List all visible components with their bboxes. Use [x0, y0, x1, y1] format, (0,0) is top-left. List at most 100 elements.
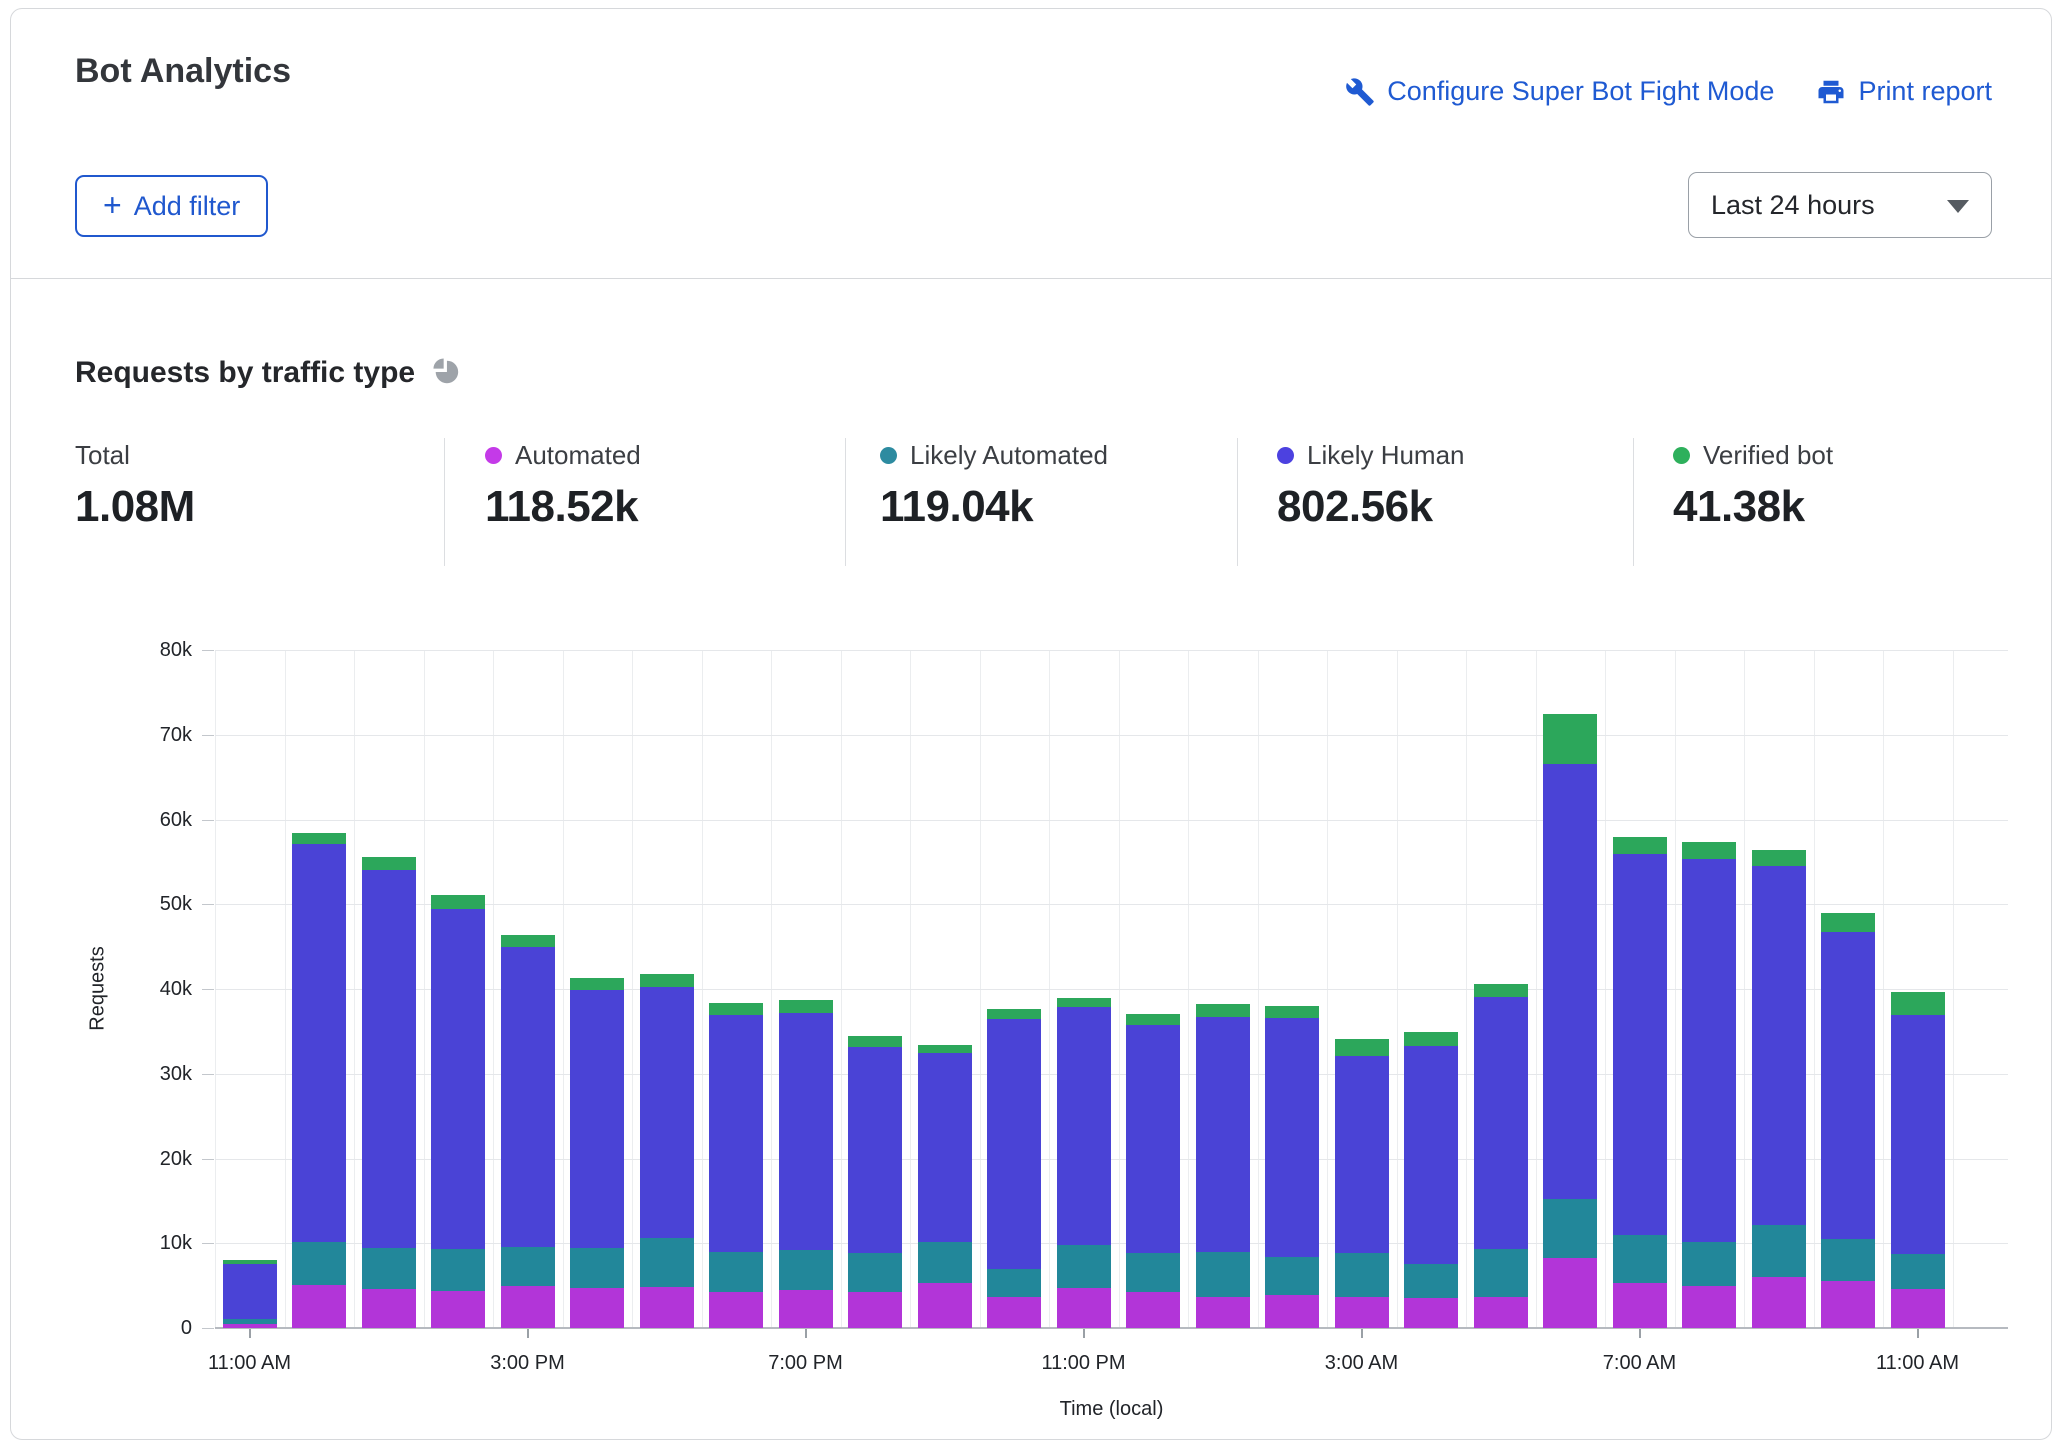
x-axis-tick-label: 3:00 AM	[1292, 1352, 1432, 1375]
x-axis-tick	[249, 1329, 251, 1338]
bar-segment-likely-automated	[1752, 1225, 1806, 1278]
x-axis-tick	[527, 1329, 529, 1338]
x-axis-tick	[1083, 1329, 1085, 1338]
chevron-down-icon	[1947, 200, 1969, 213]
chart-bar[interactable]	[1821, 650, 1875, 1328]
chart-bar[interactable]	[848, 650, 902, 1328]
configure-link-label: Configure Super Bot Fight Mode	[1387, 76, 1774, 107]
y-axis-tick	[202, 1159, 214, 1160]
bar-segment-likely-automated	[1821, 1239, 1875, 1281]
bar-segment-verified-bot	[1126, 1014, 1180, 1025]
bar-segment-automated	[1821, 1281, 1875, 1328]
chart-bar[interactable]	[640, 650, 694, 1328]
bar-segment-likely-human	[1265, 1018, 1319, 1257]
bar-segment-likely-human	[501, 947, 555, 1247]
bar-segment-verified-bot	[1682, 842, 1736, 860]
bar-segment-likely-human	[1474, 997, 1528, 1249]
bar-segment-verified-bot	[709, 1003, 763, 1016]
chart-bar[interactable]	[918, 650, 972, 1328]
bar-segment-likely-automated	[1126, 1253, 1180, 1292]
chart-bar[interactable]	[1682, 650, 1736, 1328]
time-range-dropdown[interactable]: Last 24 hours	[1688, 172, 1992, 238]
bar-segment-automated	[987, 1297, 1041, 1328]
x-axis-tick-label: 11:00 PM	[1014, 1352, 1154, 1375]
section-heading-label: Requests by traffic type	[75, 356, 415, 390]
chart-bar[interactable]	[987, 650, 1041, 1328]
chart-bar[interactable]	[709, 650, 763, 1328]
y-axis-title: Requests	[87, 929, 110, 1049]
bar-segment-automated	[1752, 1277, 1806, 1328]
configure-super-bot-fight-mode-link[interactable]: Configure Super Bot Fight Mode	[1345, 76, 1774, 107]
stat-value: 1.08M	[75, 482, 195, 532]
bar-segment-verified-bot	[918, 1045, 972, 1053]
bar-segment-verified-bot	[1196, 1004, 1250, 1017]
chart-bar[interactable]	[223, 650, 277, 1328]
bar-segment-likely-automated	[362, 1248, 416, 1290]
bar-segment-likely-automated	[223, 1319, 277, 1324]
print-report-link[interactable]: Print report	[1816, 76, 1992, 107]
bar-segment-likely-human	[1404, 1046, 1458, 1264]
bar-segment-automated	[1196, 1297, 1250, 1328]
chart-bar[interactable]	[570, 650, 624, 1328]
bar-segment-likely-human	[431, 909, 485, 1249]
chart-bar[interactable]	[779, 650, 833, 1328]
bar-segment-automated	[1474, 1297, 1528, 1328]
chart-bar[interactable]	[431, 650, 485, 1328]
stat-label-text: Total	[75, 440, 130, 471]
chart-bar[interactable]	[362, 650, 416, 1328]
bar-segment-verified-bot	[848, 1036, 902, 1046]
stat-column-divider	[845, 438, 846, 566]
bar-segment-likely-human	[362, 870, 416, 1247]
chart-bar[interactable]	[1891, 650, 1945, 1328]
stat-label-automated: Automated	[485, 440, 641, 471]
bar-segment-automated	[1265, 1295, 1319, 1328]
chart-bar[interactable]	[1335, 650, 1389, 1328]
bar-segment-likely-automated	[918, 1242, 972, 1283]
legend-dot	[1277, 447, 1294, 464]
x-axis-tick-label: 11:00 AM	[1848, 1352, 1988, 1375]
bar-segment-likely-human	[709, 1015, 763, 1251]
bar-segment-likely-human	[1126, 1025, 1180, 1254]
chart-bar[interactable]	[1474, 650, 1528, 1328]
chart-bar[interactable]	[1265, 650, 1319, 1328]
chart-bar[interactable]	[292, 650, 346, 1328]
bar-segment-automated	[1613, 1283, 1667, 1328]
bar-segment-verified-bot	[1474, 984, 1528, 998]
bar-segment-likely-human	[1196, 1017, 1250, 1252]
chart-bar[interactable]	[1613, 650, 1667, 1328]
chart-bar[interactable]	[1752, 650, 1806, 1328]
x-axis-tick	[805, 1329, 807, 1338]
bar-segment-verified-bot	[1752, 850, 1806, 866]
bar-segment-likely-human	[640, 987, 694, 1238]
chart-bar[interactable]	[1126, 650, 1180, 1328]
stat-column-divider	[444, 438, 445, 566]
chart-bar[interactable]	[1057, 650, 1111, 1328]
bar-segment-automated	[362, 1289, 416, 1328]
bar-segment-likely-human	[918, 1053, 972, 1242]
bar-segment-likely-automated	[1682, 1242, 1736, 1287]
add-filter-button[interactable]: + Add filter	[75, 175, 268, 237]
y-axis-tick-label: 0	[112, 1318, 192, 1338]
stat-column-divider	[1237, 438, 1238, 566]
x-axis-tick-label: 3:00 PM	[458, 1352, 598, 1375]
stat-label-verified-bot: Verified bot	[1673, 440, 1833, 471]
chart-bar[interactable]	[1196, 650, 1250, 1328]
wrench-icon	[1345, 77, 1375, 107]
printer-icon	[1816, 77, 1846, 107]
y-axis-tick	[202, 735, 214, 736]
y-axis-tick-label: 40k	[112, 979, 192, 999]
chart-bar[interactable]	[1404, 650, 1458, 1328]
chart-bar[interactable]	[1543, 650, 1597, 1328]
bar-segment-likely-automated	[1474, 1249, 1528, 1296]
print-link-label: Print report	[1858, 76, 1992, 107]
bar-segment-automated	[1057, 1288, 1111, 1328]
bar-segment-verified-bot	[640, 974, 694, 988]
bar-segment-likely-human	[292, 844, 346, 1241]
bar-segment-automated	[1126, 1292, 1180, 1328]
bar-segment-automated	[1404, 1298, 1458, 1329]
bar-segment-likely-human	[1543, 764, 1597, 1200]
bar-segment-likely-automated	[501, 1247, 555, 1287]
chart-bar[interactable]	[501, 650, 555, 1328]
page-title: Bot Analytics	[75, 52, 291, 91]
bar-segment-likely-automated	[570, 1248, 624, 1288]
